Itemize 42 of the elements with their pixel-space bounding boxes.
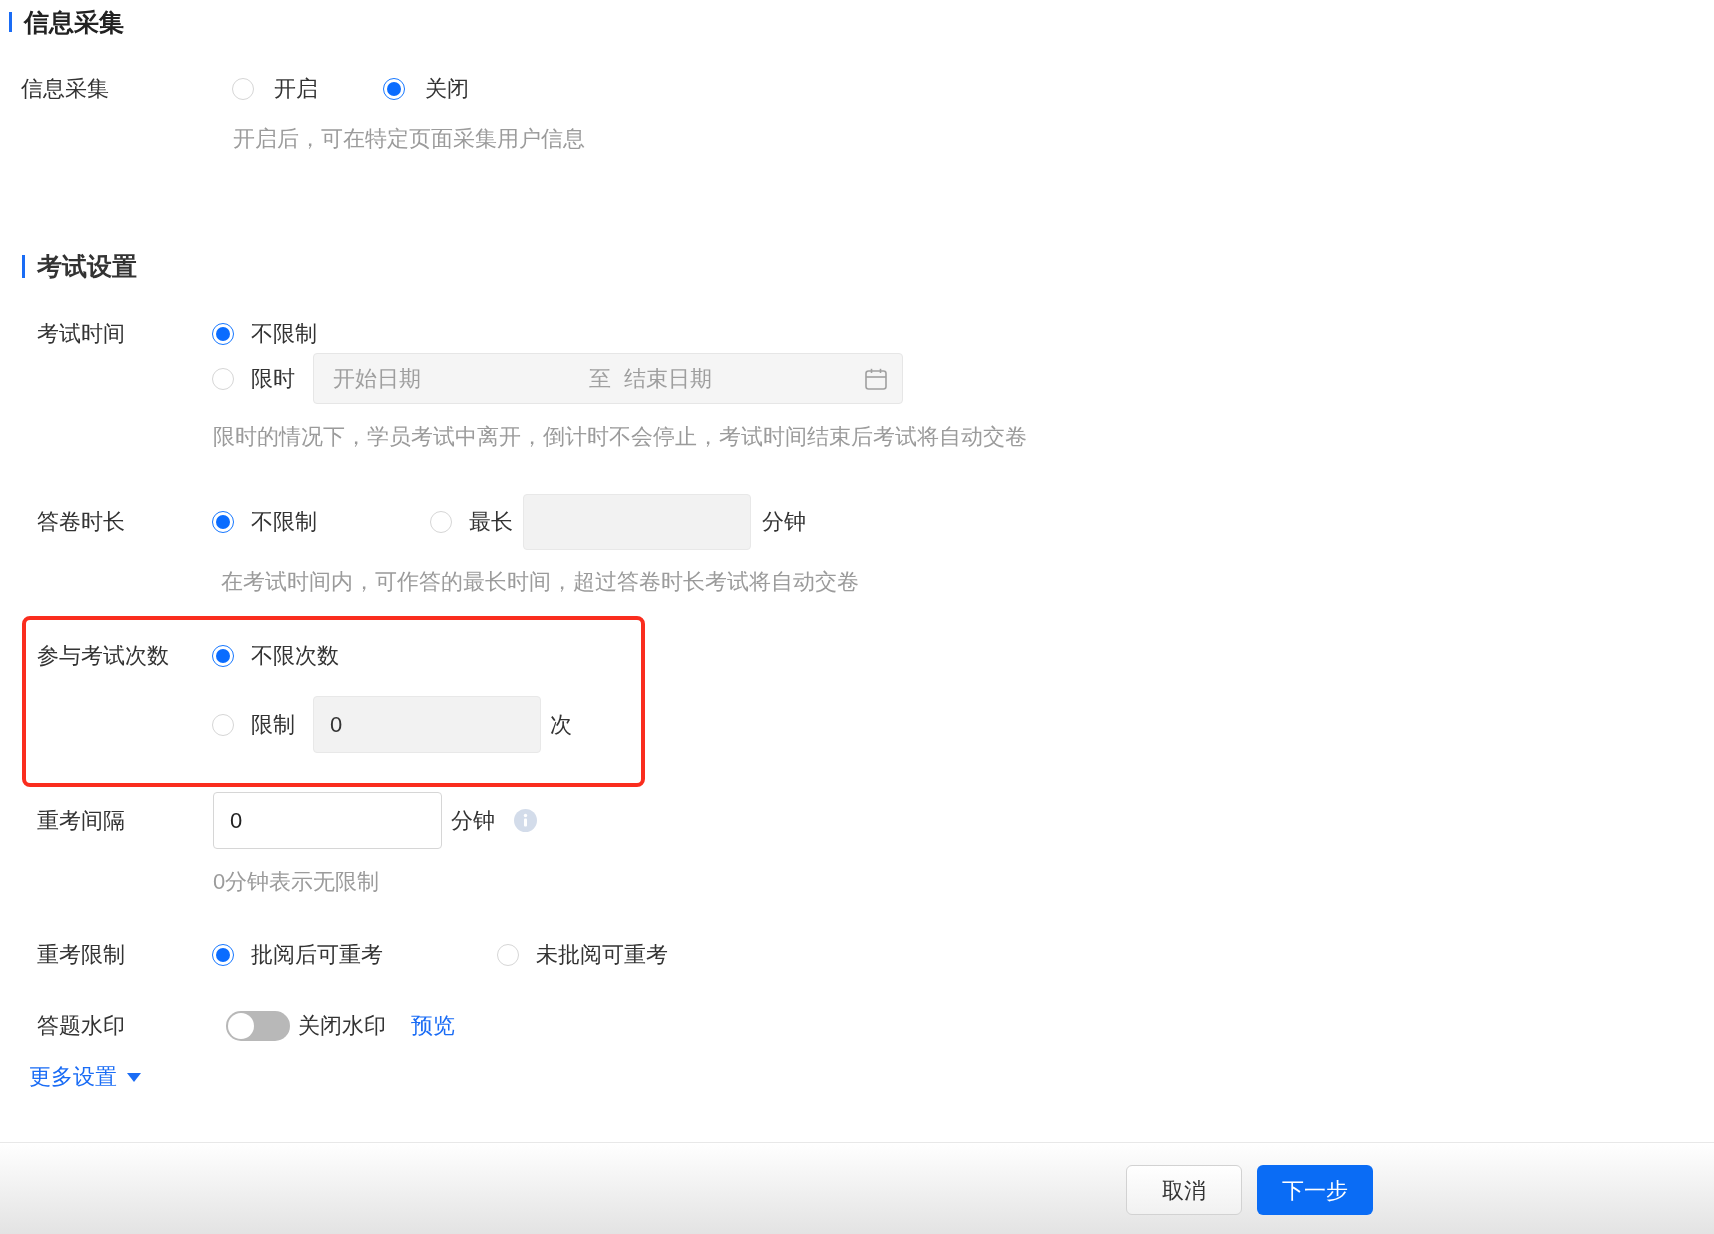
field-label: 考试时间 [37, 320, 125, 348]
field-label: 答卷时长 [37, 508, 125, 536]
hint-text: 在考试时间内，可作答的最长时间，超过答卷时长考试将自动交卷 [221, 568, 859, 596]
radio-button[interactable] [212, 511, 234, 533]
radio-label: 不限制 [251, 320, 317, 348]
unit-label: 分钟 [762, 508, 806, 536]
next-button[interactable]: 下一步 [1257, 1165, 1373, 1215]
cancel-button[interactable]: 取消 [1126, 1165, 1242, 1215]
radio-label: 开启 [274, 75, 318, 103]
radio-label: 不限次数 [251, 642, 339, 670]
radio-button[interactable] [212, 944, 234, 966]
radio-button[interactable] [212, 645, 234, 667]
field-label: 信息采集 [21, 75, 109, 103]
hint-text: 限时的情况下，学员考试中离开，倒计时不会停止，考试时间结束后考试将自动交卷 [213, 423, 1027, 451]
radio-label: 限制 [251, 710, 295, 739]
preview-link[interactable]: 预览 [411, 1011, 455, 1041]
radio-label: 最长 [469, 508, 513, 536]
field-label: 重考限制 [37, 941, 125, 969]
hint-text: 开启后，可在特定页面采集用户信息 [233, 125, 585, 153]
radio-label: 未批阅可重考 [536, 941, 668, 969]
field-label: 重考间隔 [37, 806, 125, 835]
section-title: 信息采集 [24, 7, 124, 38]
accent-bar [9, 12, 12, 32]
calendar-icon [865, 367, 887, 390]
hint-text: 0分钟表示无限制 [213, 868, 380, 896]
unit-label: 分钟 [451, 806, 495, 835]
radio-label: 关闭 [425, 75, 469, 103]
accent-bar [22, 254, 25, 278]
section-title: 考试设置 [37, 251, 137, 282]
radio-button[interactable] [212, 323, 234, 345]
radio-button[interactable] [383, 78, 405, 100]
number-input[interactable]: 0 [213, 792, 442, 849]
field-label: 答题水印 [37, 1012, 125, 1040]
unit-label: 次 [550, 710, 572, 739]
radio-label: 不限制 [251, 508, 317, 536]
status-text: 关闭水印 [298, 1012, 386, 1040]
more-settings-link[interactable]: 更多设置 [29, 1062, 141, 1092]
radio-label: 限时 [251, 364, 295, 393]
radio-label: 批阅后可重考 [251, 941, 383, 969]
field-label: 参与考试次数 [37, 642, 169, 670]
toggle-switch[interactable] [226, 1011, 290, 1041]
info-icon[interactable] [514, 809, 537, 832]
